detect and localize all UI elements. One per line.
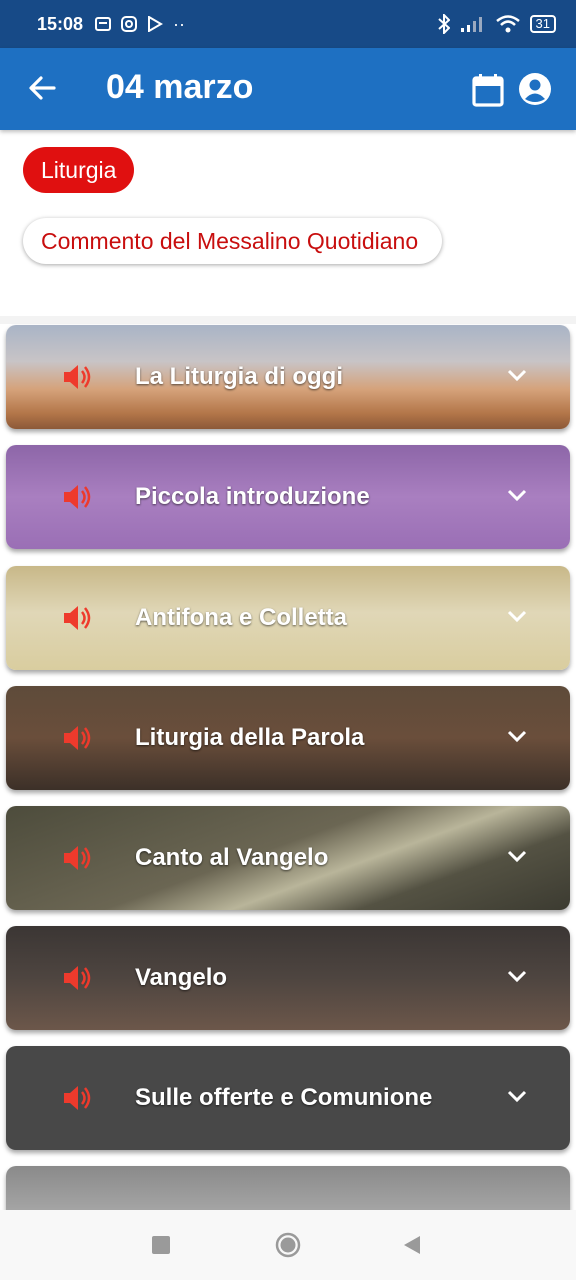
status-notification-icons: ·· — [95, 14, 185, 35]
section-label: Liturgia della Parola — [135, 724, 365, 751]
section-label: Sulle offerte e Comunione — [135, 1084, 433, 1111]
calendar-icon[interactable] — [470, 72, 506, 108]
chevron-down-icon — [507, 489, 527, 502]
divider — [0, 316, 576, 324]
signal-icon — [460, 17, 482, 32]
section-antifona-colletta[interactable]: Antifona e Colletta — [6, 566, 570, 670]
section-label: La Liturgia di oggi — [135, 363, 343, 390]
speaker-icon[interactable] — [62, 483, 92, 511]
speaker-icon[interactable] — [62, 604, 92, 632]
bluetooth-icon — [437, 14, 450, 34]
speaker-icon[interactable] — [62, 1084, 92, 1112]
section-liturgia-di-oggi[interactable]: La Liturgia di oggi — [6, 325, 570, 429]
chip-liturgia[interactable]: Liturgia — [23, 147, 135, 193]
back-triangle-icon[interactable] — [403, 1235, 421, 1255]
chevron-down-icon — [507, 610, 527, 623]
page-title: 04 marzo — [106, 68, 254, 106]
speaker-icon[interactable] — [62, 724, 92, 752]
section-label: Antifona e Colletta — [135, 604, 348, 631]
recent-apps-icon[interactable] — [152, 1236, 170, 1254]
chevron-down-icon — [507, 730, 527, 743]
status-system-icons: 31 — [437, 14, 556, 34]
more-notifications-icon: ·· — [173, 13, 186, 34]
status-time: 15:08 — [37, 13, 84, 34]
section-liturgia-della-parola[interactable]: Liturgia della Parola — [6, 686, 570, 790]
instagram-icon — [121, 16, 138, 32]
chevron-down-icon — [507, 1090, 527, 1103]
wifi-icon — [495, 15, 520, 33]
section-canto-al-vangelo[interactable]: Canto al Vangelo — [6, 806, 570, 910]
chevron-down-icon — [507, 970, 527, 983]
section-label: Canto al Vangelo — [135, 844, 329, 871]
status-bar: 15:08 ·· 31 — [0, 0, 576, 48]
message-icon — [95, 17, 112, 31]
chip-commento-messalino[interactable]: Commento del Messalino Quotidiano — [23, 218, 443, 264]
account-circle-icon[interactable] — [518, 72, 552, 106]
system-navigation-bar — [0, 1210, 576, 1280]
speaker-icon[interactable] — [62, 844, 92, 872]
chevron-down-icon — [507, 369, 527, 382]
section-offerte-comunione[interactable]: Sulle offerte e Comunione — [6, 1046, 570, 1150]
section-piccola-introduzione[interactable]: Piccola introduzione — [6, 445, 570, 549]
section-label: Vangelo — [135, 964, 228, 991]
section-label: Piccola introduzione — [135, 483, 370, 510]
play-store-icon — [148, 16, 164, 32]
arrow-left-icon[interactable] — [26, 72, 58, 104]
battery-indicator: 31 — [529, 15, 556, 33]
home-icon[interactable] — [275, 1232, 301, 1258]
speaker-icon[interactable] — [62, 964, 92, 992]
speaker-icon[interactable] — [62, 363, 92, 391]
section-vangelo[interactable]: Vangelo — [6, 926, 570, 1030]
app-bar: 04 marzo — [0, 48, 576, 130]
chevron-down-icon — [507, 850, 527, 863]
